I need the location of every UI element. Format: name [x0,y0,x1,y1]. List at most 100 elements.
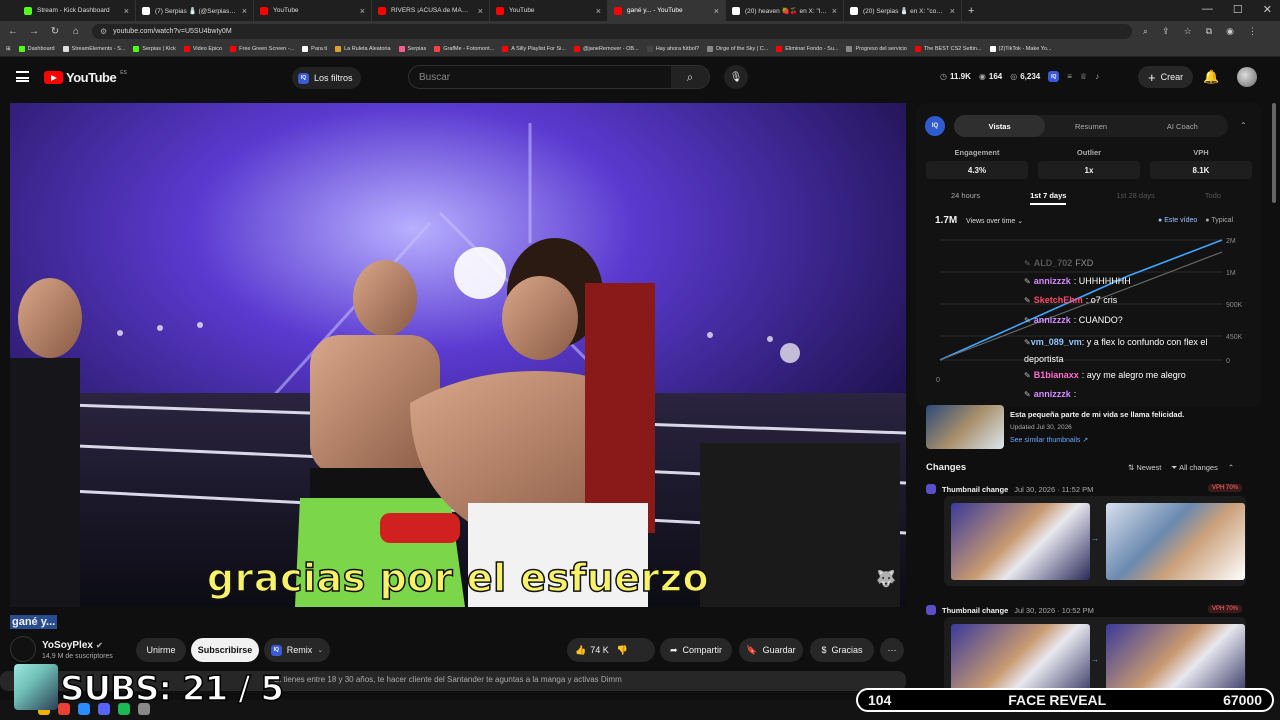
tab-favicon-icon [732,6,740,15]
search-input[interactable]: Buscar ⌕ [408,65,710,89]
tab-close-icon[interactable]: × [360,6,365,16]
panel-tab[interactable]: Vistas [954,115,1046,137]
trophy-icon[interactable]: ♕ [1080,72,1087,81]
similar-thumbnails-link[interactable]: See similar thumbnails ↗ [1010,436,1088,444]
bookmark-item[interactable]: GrafMe - Fotomont... [434,46,494,52]
maximize-icon[interactable]: ☐ [1233,3,1243,16]
save-button[interactable]: 🔖 Guardar [739,638,803,662]
share-icon[interactable]: ⇪ [1162,26,1170,37]
change-entry[interactable]: Thumbnail change Jul 30, 2026 · 10:52 PM V… [926,605,1248,707]
create-button[interactable]: + Crear [1138,66,1194,88]
notifications-bell-icon[interactable]: 🔔 [1203,69,1219,85]
tab-close-icon[interactable]: × [124,6,129,16]
bookmark-item[interactable]: @janeRemover - OB... [573,46,639,52]
bookmark-item[interactable]: Para ti [302,46,327,52]
tab-close-icon[interactable]: × [950,6,955,16]
notification-small-icon[interactable]: ♪ [1095,72,1099,81]
browser-tab[interactable]: (20) heaven 🍓🍒 en X: "los lin × [726,0,844,21]
zoom-icon[interactable]: ⌕ [1143,26,1148,37]
browser-tab[interactable]: RIVERS ¡ACUSA de MANIPULAR × [372,0,490,21]
tab-close-icon[interactable]: × [832,6,837,16]
sort-button[interactable]: ⇅ Newest [1128,463,1161,473]
bookmark-favicon-icon [989,46,996,52]
remix-button[interactable]: IQ Remix ⌄ [264,638,330,662]
browser-tab[interactable]: (20) Serpias 🧂 en X: "como las × [844,0,962,21]
browser-tab[interactable]: Stream - Kick Dashboard × [18,0,136,21]
bookmark-item[interactable]: Dashboard [18,46,55,52]
range-option[interactable]: Todo [1205,191,1221,205]
new-tab-button[interactable]: + [962,5,974,17]
browser-tab[interactable]: YouTube × [490,0,608,21]
bookmark-item[interactable]: (2)TikTok - Make Yo... [989,46,1052,52]
like-button[interactable]: 👍 74 K [575,645,609,656]
channel-name[interactable]: YoSoyPlex ✔ [42,640,103,651]
bookmark-item[interactable]: The BEST CS2 Settin... [914,46,982,52]
voice-search-icon[interactable]: 🎙 [724,65,748,89]
panel-tab[interactable]: AI Coach [1137,115,1228,137]
dislike-button[interactable]: 👎 [617,645,628,656]
channel-avatar[interactable] [10,636,36,662]
site-info-icon[interactable]: ⚙ [100,27,107,36]
tab-close-icon[interactable]: × [242,6,247,16]
chevron-up-icon[interactable]: ⌃ [1228,463,1234,473]
extensions-icon[interactable]: ⧉ [1206,26,1212,37]
old-thumbnail[interactable] [951,503,1090,580]
create-label: Crear [1160,72,1184,82]
bookmark-item[interactable]: Free Green Screen -... [230,46,294,52]
user-avatar[interactable] [1237,67,1257,87]
menu-icon[interactable]: ⋮ [1248,26,1257,37]
browser-tab[interactable]: gané y... - YouTube × [608,0,726,21]
home-icon[interactable]: ⌂ [71,26,81,37]
new-thumbnail[interactable] [1106,503,1245,580]
reload-icon[interactable]: ↻ [50,26,60,37]
bookmark-item[interactable]: Dirge of the Sky | C... [707,46,768,52]
bookmark-item[interactable]: La Ruleta Aleatoria [335,46,391,52]
youtube-logo[interactable]: YouTube ES [44,70,127,85]
range-option[interactable]: 1st 7 days [1030,191,1067,205]
bookmark-item[interactable]: Video Epico [183,46,222,52]
change-entry[interactable]: Thumbnail change Jul 30, 2026 · 11:52 PM V… [926,484,1248,586]
tab-close-icon[interactable]: × [714,6,719,16]
bookmark-item[interactable]: A Silly Playlist For Si... [502,46,566,52]
share-button[interactable]: ➦ Compartir [660,638,732,662]
join-button[interactable]: Unirme [136,638,186,662]
iq-icon[interactable]: IQ [1048,71,1060,82]
bookmark-item[interactable]: StreamElements - S... [62,46,125,52]
menu-hamburger-icon[interactable] [16,71,29,82]
range-option[interactable]: 1st 28 days [1116,191,1154,205]
back-icon[interactable]: ← [8,26,18,37]
chart-legend: ● Este vídeo ● Typical [1158,217,1233,224]
chevron-up-icon[interactable]: ⌃ [1240,121,1247,130]
page-scrollbar[interactable] [1272,103,1276,203]
more-options-button[interactable]: ⋯ [880,638,904,662]
panel-tab[interactable]: Resumen [1045,115,1136,137]
bookmark-item[interactable]: Eliminar Fondo - Su... [776,46,838,52]
profile-icon[interactable]: ◉ [1226,26,1234,37]
filters-button[interactable]: IQ Los filtros [292,67,361,89]
suggestion-thumbnail[interactable] [926,405,1004,449]
video-player[interactable]: gracias por el esfuerzo 🐺 [10,103,906,607]
url-bar[interactable]: ⚙ youtube.com/watch?v=U5SU4bwIy0M [92,24,1132,39]
list-icon[interactable]: ≡ [1067,72,1072,81]
tab-close-icon[interactable]: × [596,6,601,16]
close-icon[interactable]: ✕ [1263,3,1272,16]
forward-icon[interactable]: → [29,26,39,37]
minimize-icon[interactable]: — [1202,3,1213,16]
bookmark-favicon-icon [846,46,853,52]
filter-button[interactable]: ⏷ All changes [1171,463,1217,473]
browser-tab[interactable]: YouTube × [254,0,372,21]
search-button[interactable]: ⌕ [671,66,709,88]
view-metric-select[interactable]: Views over time ⌄ [966,217,1023,225]
window-controls[interactable]: — ☐ ✕ [1202,3,1272,16]
apps-grid-icon[interactable]: ⊞ [6,46,11,52]
browser-tab[interactable]: (7) Serpias 🧂 (@Serpias) / X × [136,0,254,21]
bookmark-item[interactable]: Serpias [398,46,426,52]
subscribe-button[interactable]: Subscribirse [191,638,259,662]
tab-close-icon[interactable]: × [478,6,483,16]
range-option[interactable]: 24 hours [951,191,980,205]
bookmark-item[interactable]: Serpias | Kick [133,46,176,52]
bookmark-item[interactable]: Hay ahora fútbol? [646,46,699,52]
bookmark-star-icon[interactable]: ☆ [1184,26,1192,37]
bookmark-item[interactable]: Progreso del servicio [846,46,907,52]
thanks-button[interactable]: $ Gracias [810,638,874,662]
